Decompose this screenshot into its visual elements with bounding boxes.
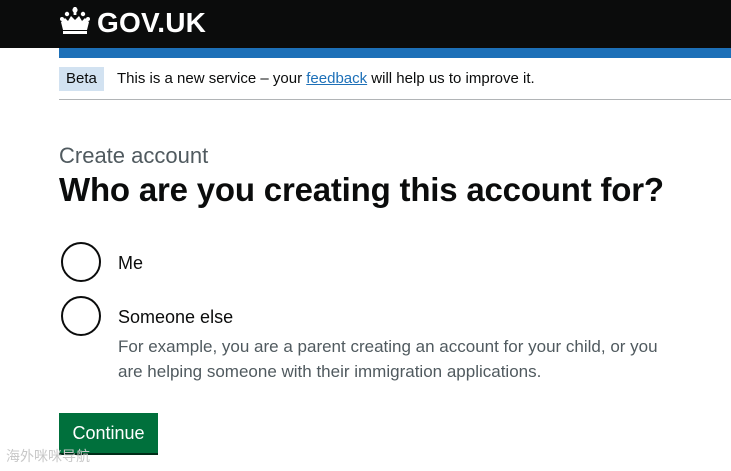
radio-me[interactable]	[61, 242, 101, 282]
phase-text-after: will help us to improve it.	[367, 70, 535, 87]
someone-else-hint: For example, you are a parent creating a…	[118, 337, 658, 381]
radio-label-me[interactable]: Me	[118, 251, 143, 275]
header-blue-bar	[59, 48, 731, 58]
crown-icon	[60, 7, 90, 34]
watermark: 海外咪咪导航	[6, 448, 90, 464]
phase-banner: Beta This is a new service – your feedba…	[59, 58, 731, 100]
page-heading: Who are you creating this account for?	[59, 171, 664, 208]
govuk-logo-text[interactable]: GOV.UK	[97, 6, 206, 40]
radio-someone-else[interactable]	[61, 296, 101, 336]
phase-banner-text: This is a new service – your feedback wi…	[117, 69, 535, 89]
page-caption: Create account	[59, 143, 209, 168]
feedback-link[interactable]: feedback	[306, 70, 367, 87]
radio-label-someone-else[interactable]: Someone else	[118, 305, 233, 329]
phase-text-before: This is a new service – your	[117, 70, 307, 87]
site-header: GOV.UK	[0, 0, 731, 48]
phase-tag-beta: Beta	[59, 67, 104, 91]
